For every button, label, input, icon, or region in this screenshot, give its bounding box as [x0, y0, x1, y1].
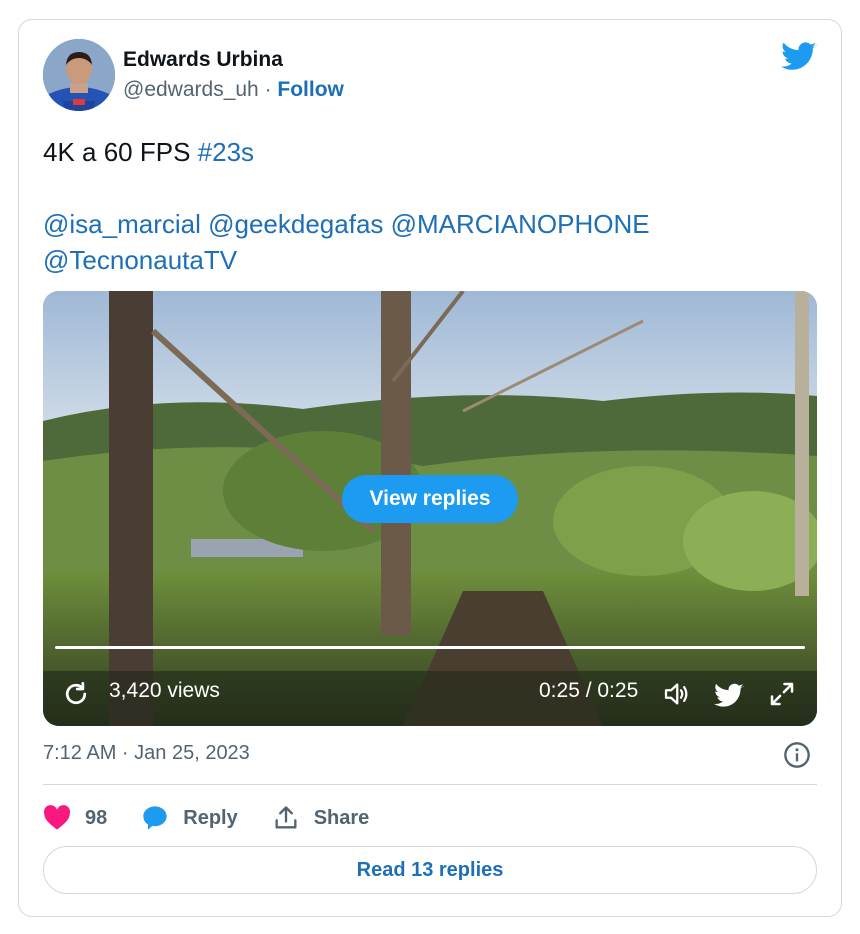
- author-handle-row: @edwards_uh · Follow: [123, 78, 344, 102]
- share-label: Share: [313, 806, 370, 829]
- tweet-text: 4K a 60 FPS #23s @isa_marcial @geekdegaf…: [43, 134, 803, 278]
- like-button[interactable]: 98: [43, 805, 107, 831]
- expand-icon[interactable]: [767, 679, 797, 709]
- view-replies-button[interactable]: View replies: [342, 475, 518, 523]
- read-replies-button[interactable]: Read 13 replies: [43, 846, 817, 894]
- video-views: 3,420 views: [109, 679, 220, 702]
- divider: [43, 784, 817, 785]
- reply-button[interactable]: Reply: [141, 804, 238, 832]
- video-time: 0:25 / 0:25: [539, 679, 639, 702]
- handle-separator: ·: [258, 78, 278, 101]
- mentions-line-1[interactable]: @isa_marcial @geekdegafas @MARCIANOPHONE: [43, 206, 803, 242]
- video-progress-bar[interactable]: [55, 646, 805, 649]
- hashtag-link[interactable]: #23s: [198, 137, 254, 167]
- video-player[interactable]: View replies 3,420 views 0:25 / 0:25: [43, 291, 817, 726]
- heart-icon: [43, 805, 71, 830]
- tweet-line-1: 4K a 60 FPS #23s: [43, 134, 803, 170]
- share-icon: [275, 806, 297, 829]
- tweet-text-prefix: 4K a 60 FPS: [43, 137, 198, 167]
- reply-label: Reply: [183, 806, 238, 829]
- twitter-bird-icon[interactable]: [781, 42, 817, 72]
- reply-bubble-icon: [143, 806, 167, 830]
- mentions-line-2[interactable]: @TecnonautaTV: [43, 242, 803, 278]
- tweet-card: Edwards Urbina @edwards_uh · Follow 4K a…: [18, 19, 842, 917]
- user-avatar-icon: [43, 39, 115, 111]
- avatar[interactable]: [43, 39, 115, 111]
- author-display-name[interactable]: Edwards Urbina: [123, 48, 283, 72]
- share-button[interactable]: Share: [272, 804, 370, 832]
- twitter-bird-icon[interactable]: [714, 681, 744, 711]
- tweet-actions: 98 Reply Share: [43, 800, 403, 836]
- replay-icon[interactable]: [61, 679, 91, 709]
- volume-icon[interactable]: [661, 679, 691, 709]
- author-handle[interactable]: @edwards_uh: [123, 78, 259, 101]
- like-count: 98: [85, 806, 108, 829]
- follow-link[interactable]: Follow: [277, 78, 344, 101]
- tweet-timestamp[interactable]: 7:12 AM · Jan 25, 2023: [43, 742, 250, 765]
- info-icon[interactable]: [783, 741, 811, 769]
